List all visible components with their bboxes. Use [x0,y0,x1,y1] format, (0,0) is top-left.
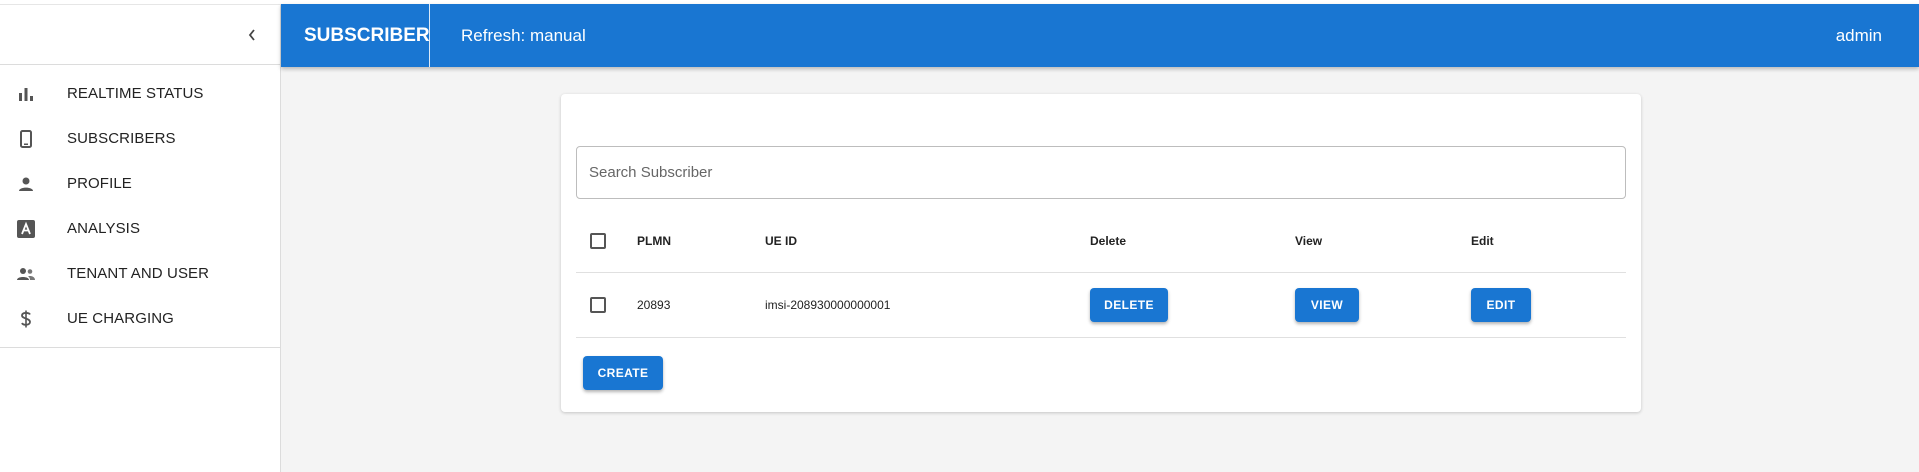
sidebar-header [0,5,280,65]
app-bar: SUBSCRIBER Refresh: manual admin [281,4,1919,67]
sidebar: REALTIME STATUS SUBSCRIBERS PROFILE ANAL… [0,4,281,472]
sidebar-item-tenant-and-user[interactable]: TENANT AND USER [0,251,280,296]
dollar-icon [14,307,38,331]
search-input[interactable] [576,146,1626,199]
edit-button[interactable]: EDIT [1471,288,1531,322]
user-menu[interactable]: admin [1836,4,1882,67]
appbar-divider [429,4,430,67]
header-view: View [1295,233,1323,248]
phone-icon [14,127,38,151]
analysis-icon [14,217,38,241]
sidebar-item-label: SUBSCRIBERS [67,130,176,147]
delete-button[interactable]: DELETE [1090,288,1168,322]
select-all-checkbox[interactable] [590,232,606,249]
collapse-sidebar-button[interactable] [240,23,264,47]
sidebar-nav: REALTIME STATUS SUBSCRIBERS PROFILE ANAL… [0,65,280,348]
sidebar-item-label: PROFILE [67,175,132,192]
subscriber-card: PLMN UE ID Delete View Edit 20893 imsi-2… [561,94,1641,412]
sidebar-item-analysis[interactable]: ANALYSIS [0,206,280,251]
delete-cell: DELETE [1090,273,1168,337]
table-row: 20893 imsi-208930000000001 DELETE VIEW E… [576,273,1626,338]
header-delete: Delete [1090,233,1127,248]
sidebar-item-subscribers[interactable]: SUBSCRIBERS [0,116,280,161]
refresh-control[interactable]: Refresh: manual [461,4,586,67]
header-plmn: PLMN [637,233,671,248]
sidebar-item-label: TENANT AND USER [67,265,210,282]
row-checkbox[interactable] [590,297,606,313]
view-button[interactable]: VIEW [1295,288,1359,322]
sidebar-item-label: REALTIME STATUS [67,85,204,102]
edit-cell: EDIT [1471,273,1531,337]
view-cell: VIEW [1295,273,1359,337]
select-all-cell [590,209,606,272]
header-edit: Edit [1471,233,1494,248]
sidebar-item-realtime-status[interactable]: REALTIME STATUS [0,71,280,116]
header-ue-id: UE ID [765,233,798,248]
chevron-left-icon [248,29,255,41]
bar-chart-icon [14,82,38,106]
create-button[interactable]: CREATE [583,356,663,390]
sidebar-item-label: ANALYSIS [67,220,141,237]
sidebar-item-ue-charging[interactable]: UE CHARGING [0,296,280,341]
sidebar-item-profile[interactable]: PROFILE [0,161,280,206]
people-icon [14,262,38,286]
row-select-cell [590,273,606,337]
cell-ue-id: imsi-208930000000001 [765,298,891,312]
subscriber-table: PLMN UE ID Delete View Edit 20893 imsi-2… [576,209,1626,338]
page-title: SUBSCRIBER [304,25,430,46]
table-header-row: PLMN UE ID Delete View Edit [576,209,1626,273]
sidebar-item-label: UE CHARGING [67,310,174,327]
cell-plmn: 20893 [637,298,671,312]
person-icon [14,172,38,196]
